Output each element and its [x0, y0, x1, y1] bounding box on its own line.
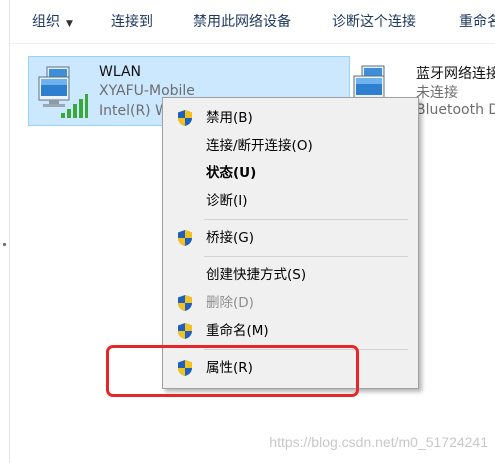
menu-item-create-shortcut[interactable]: 创建快捷方式(S) [164, 262, 417, 288]
adapter-device: Bluetooth D [416, 102, 495, 118]
menu-item-rename[interactable]: 重命名(M) [164, 318, 417, 344]
menu-item-label: 连接/断开连接(O) [206, 138, 313, 154]
menu-item-label: 重命名(M) [206, 323, 269, 339]
adapter-name: 蓝牙网络连接 [416, 66, 495, 82]
menu-item-status[interactable]: 状态(U) [164, 160, 417, 186]
menu-item-label: 桥接(G) [206, 230, 254, 246]
command-bar: 组织 ▼ 连接到 禁用此网络设备 诊断这个连接 重命名 [10, 0, 495, 44]
menu-item-bridge[interactable]: 桥接(G) [164, 225, 417, 251]
menu-item-label: 属性(R) [206, 360, 253, 376]
menu-item-delete: 删除(D) [164, 290, 417, 316]
chevron-down-icon: ▼ [66, 19, 73, 29]
uac-shield-icon [178, 230, 192, 246]
menu-item-label: 状态(U) [206, 165, 257, 181]
context-menu: 禁用(B) 连接/断开连接(O) 状态(U) 诊断(I) 桥接(G) 创建快捷方… [162, 97, 419, 389]
diagnose-button[interactable]: 诊断这个连接 [332, 0, 416, 44]
menu-item-label: 创建快捷方式(S) [206, 267, 307, 283]
adapter-name: WLAN [99, 64, 142, 80]
left-gutter [0, 0, 10, 463]
wifi-signal-icon [61, 94, 88, 118]
menu-item-label: 诊断(I) [206, 193, 248, 209]
menu-item-properties[interactable]: 属性(R) [164, 355, 417, 381]
gutter-mark [3, 243, 6, 246]
menu-item-connect-disconnect[interactable]: 连接/断开连接(O) [164, 133, 417, 159]
uac-shield-icon [178, 110, 192, 126]
menu-item-diagnose[interactable]: 诊断(I) [164, 188, 417, 214]
uac-shield-icon [178, 323, 192, 339]
menu-separator [204, 256, 408, 257]
uac-shield-icon [178, 295, 192, 311]
connect-to-button[interactable]: 连接到 [111, 0, 153, 44]
rename-button[interactable]: 重命名 [459, 0, 495, 44]
menu-item-label: 删除(D) [206, 295, 254, 311]
disable-device-button[interactable]: 禁用此网络设备 [193, 0, 291, 44]
watermark: https://blog.csdn.net/m0_51724241 [269, 434, 488, 450]
menu-separator [204, 349, 408, 350]
uac-shield-icon [178, 360, 192, 376]
adapter-device: Intel(R) W [99, 103, 169, 119]
organize-button[interactable]: 组织 ▼ [32, 0, 73, 44]
menu-item-label: 禁用(B) [206, 110, 253, 126]
menu-item-disable[interactable]: 禁用(B) [164, 105, 417, 131]
adapter-status: 未连接 [416, 85, 458, 101]
menu-separator [204, 219, 408, 220]
organize-label: 组织 [32, 14, 60, 30]
